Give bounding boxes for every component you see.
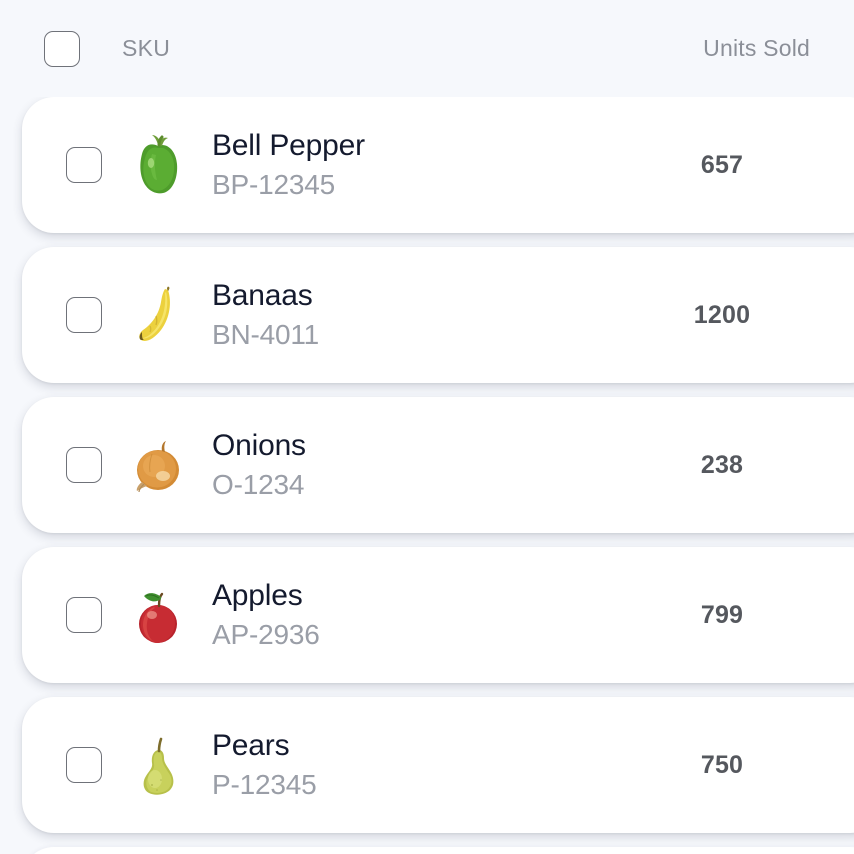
row-checkbox-cell (22, 147, 122, 183)
bell-pepper-image (128, 132, 190, 198)
header-checkbox-cell (0, 30, 122, 67)
row-select-checkbox[interactable] (66, 597, 102, 633)
row-select-checkbox[interactable] (66, 147, 102, 183)
next-row-partial[interactable] (22, 847, 854, 854)
row-checkbox-cell (22, 297, 122, 333)
row-checkbox-cell (22, 597, 122, 633)
table-row[interactable]: Apples AP-2936 799 (22, 547, 854, 683)
table-row[interactable]: Onions O-1234 238 (22, 397, 854, 533)
table-header: SKU Units Sold (0, 0, 854, 97)
table-row[interactable]: Pears P-12345 750 (22, 697, 854, 833)
column-header-sku[interactable]: SKU (122, 35, 170, 62)
table-row[interactable]: Bell Pepper BP-12345 657 (22, 97, 854, 233)
row-checkbox-cell (22, 747, 122, 783)
units-sold-value: 799 (700, 600, 744, 629)
select-all-checkbox[interactable] (44, 30, 80, 67)
pear-image (128, 732, 190, 798)
apple-image (128, 582, 190, 648)
product-table-screen: SKU Units Sold Bell Pepper BP-12345 657 … (0, 0, 854, 854)
units-sold-value: 750 (700, 750, 744, 779)
table-rows: Bell Pepper BP-12345 657 Banaas BN-4011 … (0, 97, 854, 854)
units-sold-value: 1200 (693, 300, 751, 329)
row-select-checkbox[interactable] (66, 297, 102, 333)
table-row[interactable]: Banaas BN-4011 1200 (22, 247, 854, 383)
onion-image (128, 432, 190, 498)
row-checkbox-cell (22, 447, 122, 483)
banana-image (128, 282, 190, 348)
row-select-checkbox[interactable] (66, 747, 102, 783)
row-select-checkbox[interactable] (66, 447, 102, 483)
units-sold-value: 238 (700, 450, 744, 479)
units-sold-value: 657 (700, 150, 744, 179)
column-header-units-sold[interactable]: Units Sold (703, 35, 810, 62)
